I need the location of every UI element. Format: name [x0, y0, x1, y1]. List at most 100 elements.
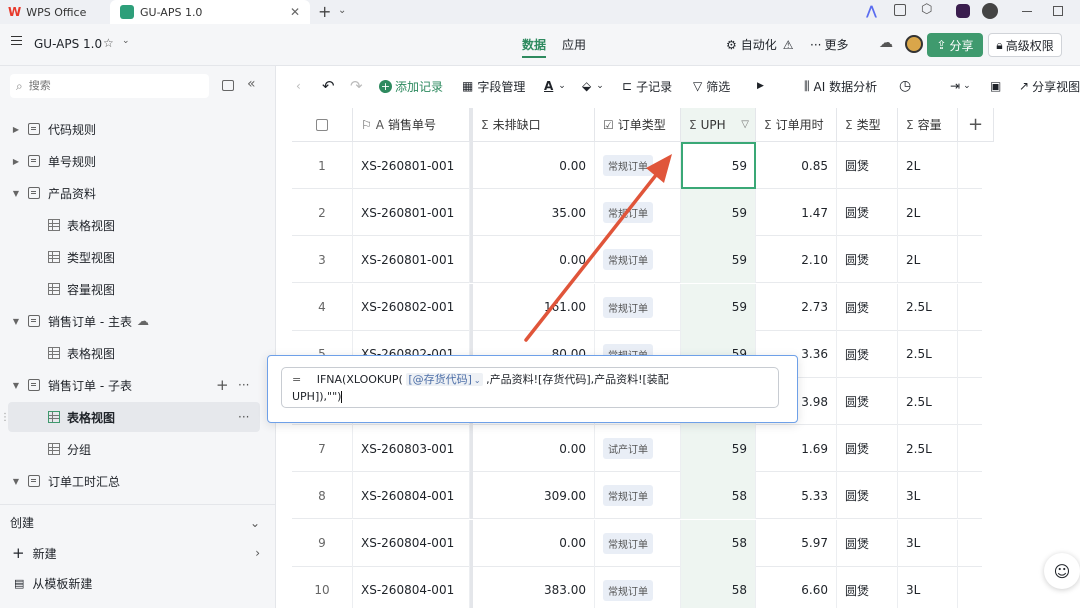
- window-copy-icon[interactable]: [894, 4, 906, 16]
- column-header-capacity[interactable]: Σ 容量: [898, 108, 958, 142]
- collaborator-avatar[interactable]: [905, 35, 923, 53]
- maximize-icon[interactable]: [1053, 6, 1063, 16]
- filter-button[interactable]: ▽ 筛选: [693, 66, 730, 106]
- order-number-cell[interactable]: XS-260804-001: [353, 519, 470, 567]
- close-icon[interactable]: ✕: [290, 5, 300, 19]
- gap-cell[interactable]: 0.00: [470, 236, 595, 284]
- field-reference-chip[interactable]: [@存货代码] ⌄: [406, 373, 483, 386]
- gap-cell[interactable]: 383.00: [470, 566, 595, 608]
- order-time-cell[interactable]: 0.85: [756, 142, 837, 189]
- order-time-cell[interactable]: 1.47: [756, 189, 837, 237]
- column-header-order-type[interactable]: ☑ 订单类型: [595, 108, 681, 142]
- gap-cell[interactable]: 0.00: [470, 425, 595, 473]
- field-manage-button[interactable]: ▦ 字段管理: [462, 66, 525, 106]
- capacity-cell[interactable]: 3L: [898, 472, 958, 520]
- sidebar-item-sales-order-main[interactable]: ▼ 销售订单 - 主表 ☁: [10, 306, 272, 336]
- order-type-cell[interactable]: 常规订单: [595, 519, 681, 567]
- sidebar-item-table-view[interactable]: 表格视图: [48, 210, 310, 240]
- row-number[interactable]: 9: [292, 519, 353, 567]
- order-time-cell[interactable]: 5.97: [756, 519, 837, 567]
- order-number-cell[interactable]: XS-260804-001: [353, 472, 470, 520]
- column-header-order-no[interactable]: ⚐ A 销售单号: [353, 108, 470, 142]
- order-number-cell[interactable]: XS-260801-001: [353, 189, 470, 237]
- tab-app[interactable]: 应用: [562, 36, 586, 53]
- capacity-cell[interactable]: 2.5L: [898, 378, 958, 425]
- capacity-cell[interactable]: 2L: [898, 142, 958, 189]
- row-number[interactable]: 7: [292, 425, 353, 473]
- chevron-down-icon[interactable]: ⌄: [338, 5, 346, 16]
- table-row[interactable]: 10 XS-260804-001 383.00 常规订单 58 6.60 圆煲 3L: [292, 566, 982, 608]
- help-assistant-icon[interactable]: ☺: [1044, 553, 1080, 589]
- add-column-button[interactable]: +: [958, 108, 994, 142]
- kind-cell[interactable]: 圆煲: [837, 189, 898, 237]
- order-type-cell[interactable]: 常规订单: [595, 236, 681, 284]
- table-row[interactable]: 2 XS-260801-001 35.00 常规订单 59 1.47 圆煲 2L: [292, 189, 982, 237]
- search-box[interactable]: ⌕: [10, 74, 209, 98]
- export-button[interactable]: ⇥ ⌄: [950, 66, 971, 106]
- ellipsis-icon[interactable]: ···: [238, 410, 249, 424]
- sub-record-button[interactable]: ⊏ 子记录: [622, 66, 672, 106]
- sidebar-item-code-rules[interactable]: ▶ 代码规则: [10, 114, 272, 144]
- formula-input[interactable]: = IFNA(XLOOKUP( [@存货代码] ⌄ ,产品资料![存货代码],产品…: [281, 367, 779, 408]
- minimize-icon[interactable]: [1022, 11, 1032, 12]
- gap-cell[interactable]: 0.00: [470, 142, 595, 189]
- new-tab-icon[interactable]: +: [318, 2, 331, 21]
- tab-gu-aps[interactable]: GU-APS 1.0 ✕: [110, 0, 310, 24]
- redo-icon[interactable]: ↷: [350, 66, 363, 106]
- sidebar-item-sales-order-sub[interactable]: ▼ 销售订单 - 子表 + ···: [10, 370, 272, 400]
- capacity-cell[interactable]: 2L: [898, 236, 958, 284]
- kind-cell[interactable]: 圆煲: [837, 378, 898, 425]
- sidebar-item-product-data[interactable]: ▼ 产品资料: [10, 178, 272, 208]
- gap-cell[interactable]: 161.00: [470, 283, 595, 331]
- collapse-sidebar-icon[interactable]: «: [247, 76, 256, 92]
- column-header-uph[interactable]: Σ UPH ▽: [681, 108, 756, 142]
- uph-cell[interactable]: 58: [681, 519, 756, 567]
- cube-icon[interactable]: ⬡: [921, 2, 932, 17]
- tab-data[interactable]: 数据: [522, 36, 546, 58]
- row-number[interactable]: 4: [292, 283, 353, 331]
- ai-icon[interactable]: ⋀: [866, 4, 877, 19]
- row-number[interactable]: 10: [292, 566, 353, 608]
- order-number-cell[interactable]: XS-260801-001: [353, 142, 470, 189]
- share-button[interactable]: ⇪ 分享: [927, 33, 983, 57]
- capacity-cell[interactable]: 2.5L: [898, 425, 958, 473]
- row-number[interactable]: 3: [292, 236, 353, 284]
- undo-icon[interactable]: ↶: [322, 66, 335, 106]
- order-type-cell[interactable]: 常规订单: [595, 142, 681, 189]
- filter-icon[interactable]: ▽: [741, 119, 749, 130]
- order-type-cell[interactable]: 试产订单: [595, 425, 681, 473]
- capacity-cell[interactable]: 2.5L: [898, 283, 958, 331]
- order-number-cell[interactable]: XS-260804-001: [353, 566, 470, 608]
- sidebar-item-type-view[interactable]: 类型视图: [48, 242, 310, 272]
- order-type-cell[interactable]: 常规订单: [595, 472, 681, 520]
- sidebar-item-table-view-active[interactable]: ⋮ 表格视图 ···: [0, 402, 260, 432]
- table-row[interactable]: 4 XS-260802-001 161.00 常规订单 59 2.73 圆煲 2.5L: [292, 283, 982, 331]
- kind-cell[interactable]: 圆煲: [837, 425, 898, 473]
- select-all-checkbox[interactable]: [316, 118, 328, 131]
- table-row[interactable]: 8 XS-260804-001 309.00 常规订单 58 5.33 圆煲 3L: [292, 472, 982, 520]
- capacity-cell[interactable]: 2.5L: [898, 330, 958, 378]
- gap-cell[interactable]: 309.00: [470, 472, 595, 520]
- order-time-cell[interactable]: 5.33: [756, 472, 837, 520]
- kind-cell[interactable]: 圆煲: [837, 566, 898, 608]
- order-number-cell[interactable]: XS-260803-001: [353, 425, 470, 473]
- star-icon[interactable]: ☆: [103, 36, 114, 50]
- order-time-cell[interactable]: 6.60: [756, 566, 837, 608]
- kind-cell[interactable]: 圆煲: [837, 330, 898, 378]
- uph-cell-selected[interactable]: 59: [681, 142, 756, 189]
- uph-cell[interactable]: 59: [681, 236, 756, 284]
- ellipsis-icon[interactable]: ···: [238, 378, 249, 392]
- uph-cell[interactable]: 59: [681, 425, 756, 473]
- row-number[interactable]: 8: [292, 472, 353, 520]
- order-type-cell[interactable]: 常规订单: [595, 566, 681, 608]
- row-number[interactable]: 2: [292, 189, 353, 237]
- clipboard-icon[interactable]: ▣: [990, 66, 1001, 106]
- add-record-button[interactable]: + 添加记录: [379, 66, 443, 106]
- chevron-down-icon[interactable]: ⌄: [122, 36, 130, 46]
- ai-analysis-button[interactable]: ⫼ AI 数据分析: [804, 66, 877, 106]
- order-type-cell[interactable]: 常规订单: [595, 189, 681, 237]
- share-view-button[interactable]: ↗ 分享视图: [1019, 66, 1080, 106]
- sidebar-item-number-rules[interactable]: ▶ 单号规则: [10, 146, 272, 176]
- tab-wps-office[interactable]: W WPS Office: [8, 0, 108, 24]
- kind-cell[interactable]: 圆煲: [837, 142, 898, 189]
